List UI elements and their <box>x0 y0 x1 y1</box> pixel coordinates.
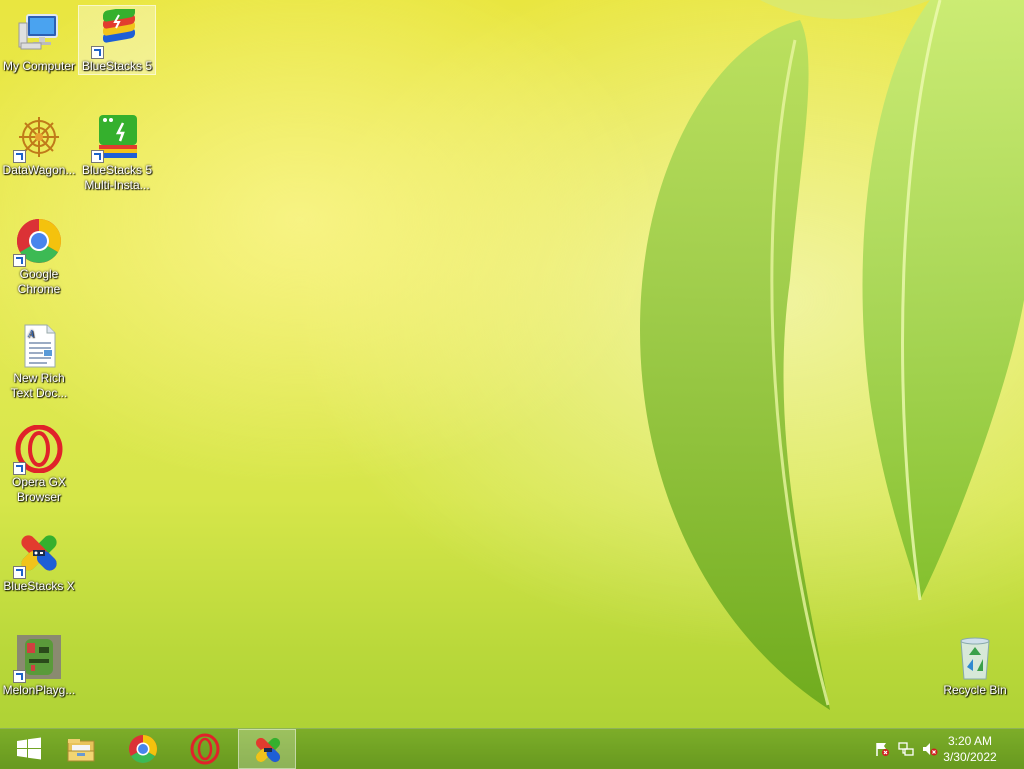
desktop-icon-google-chrome[interactable]: Google Chrome <box>1 214 77 297</box>
icon-label: MelonPlayg... <box>2 683 76 697</box>
taskbar-opera-gx[interactable] <box>176 729 234 769</box>
file-explorer-icon <box>67 739 95 762</box>
computer-icon <box>15 9 63 57</box>
desktop-icon-bluestacks-x[interactable]: BlueStacks X <box>1 526 77 594</box>
desktop-icon-new-rich-text-document[interactable]: A New Rich Text Doc... <box>1 318 77 401</box>
shortcut-arrow-icon <box>91 150 104 163</box>
icon-label: Google Chrome <box>17 267 61 296</box>
desktop-icon-bluestacks-multi-instance[interactable]: BlueStacks 5 Multi-Insta... <box>79 110 155 193</box>
recycle-bin-icon <box>951 633 999 681</box>
desktop-icon-datawagon[interactable]: DataWagon... <box>1 110 77 178</box>
desktop-icon-bluestacks-5[interactable]: BlueStacks 5 <box>78 5 156 75</box>
shortcut-arrow-icon <box>13 150 26 163</box>
shortcut-arrow-icon <box>13 462 26 475</box>
icon-label: BlueStacks 5 <box>81 59 153 73</box>
icon-label: My Computer <box>2 59 76 73</box>
desktop-icon-recycle-bin[interactable]: Recycle Bin <box>937 630 1013 698</box>
icon-label: New Rich Text Doc... <box>10 371 68 400</box>
icon-label: DataWagon... <box>2 163 76 177</box>
taskbar-file-explorer[interactable] <box>52 729 110 769</box>
desktop-icon-melon-playground[interactable]: MelonPlayg... <box>1 630 77 698</box>
taskbar-chrome[interactable] <box>114 729 172 769</box>
opera-gx-icon <box>190 733 220 765</box>
taskbar: 3:20 AM 3/30/2022 <box>0 728 1024 769</box>
bluestacks-x-icon <box>255 737 281 763</box>
icon-label: BlueStacks X <box>3 579 75 593</box>
taskbar-bluestacks-x[interactable] <box>238 729 296 769</box>
icon-label: BlueStacks 5 Multi-Insta... <box>81 163 153 192</box>
shortcut-arrow-icon <box>13 566 26 579</box>
icon-label: Recycle Bin <box>943 683 1007 697</box>
desktop-icon-opera-gx[interactable]: Opera GX Browser <box>1 422 77 505</box>
shortcut-arrow-icon <box>13 670 26 683</box>
action-center-flag-icon[interactable] <box>874 741 890 757</box>
opera-gx-icon <box>13 424 63 475</box>
rich-text-document-icon: A <box>15 321 63 369</box>
datawagon-icon <box>13 113 63 163</box>
bluestacks-x-icon <box>13 529 63 579</box>
taskbar-clock[interactable]: 3:20 AM 3/30/2022 <box>930 733 1010 765</box>
icon-label: Opera GX Browser <box>11 475 67 504</box>
network-icon[interactable] <box>898 741 914 757</box>
svg-text:A: A <box>27 329 35 340</box>
start-button[interactable] <box>0 729 58 769</box>
chrome-icon <box>129 735 157 763</box>
shortcut-arrow-icon <box>91 46 104 59</box>
melon-playground-icon <box>13 633 63 683</box>
chrome-icon <box>13 217 63 267</box>
clock-time: 3:20 AM <box>947 734 993 748</box>
clock-date: 3/30/2022 <box>943 750 997 764</box>
shortcut-arrow-icon <box>13 254 26 267</box>
start-icon <box>17 737 41 760</box>
bluestacks-multi-instance-icon <box>91 113 141 163</box>
bluestacks-5-icon <box>91 6 141 59</box>
desktop-icon-my-computer[interactable]: My Computer <box>1 6 77 74</box>
